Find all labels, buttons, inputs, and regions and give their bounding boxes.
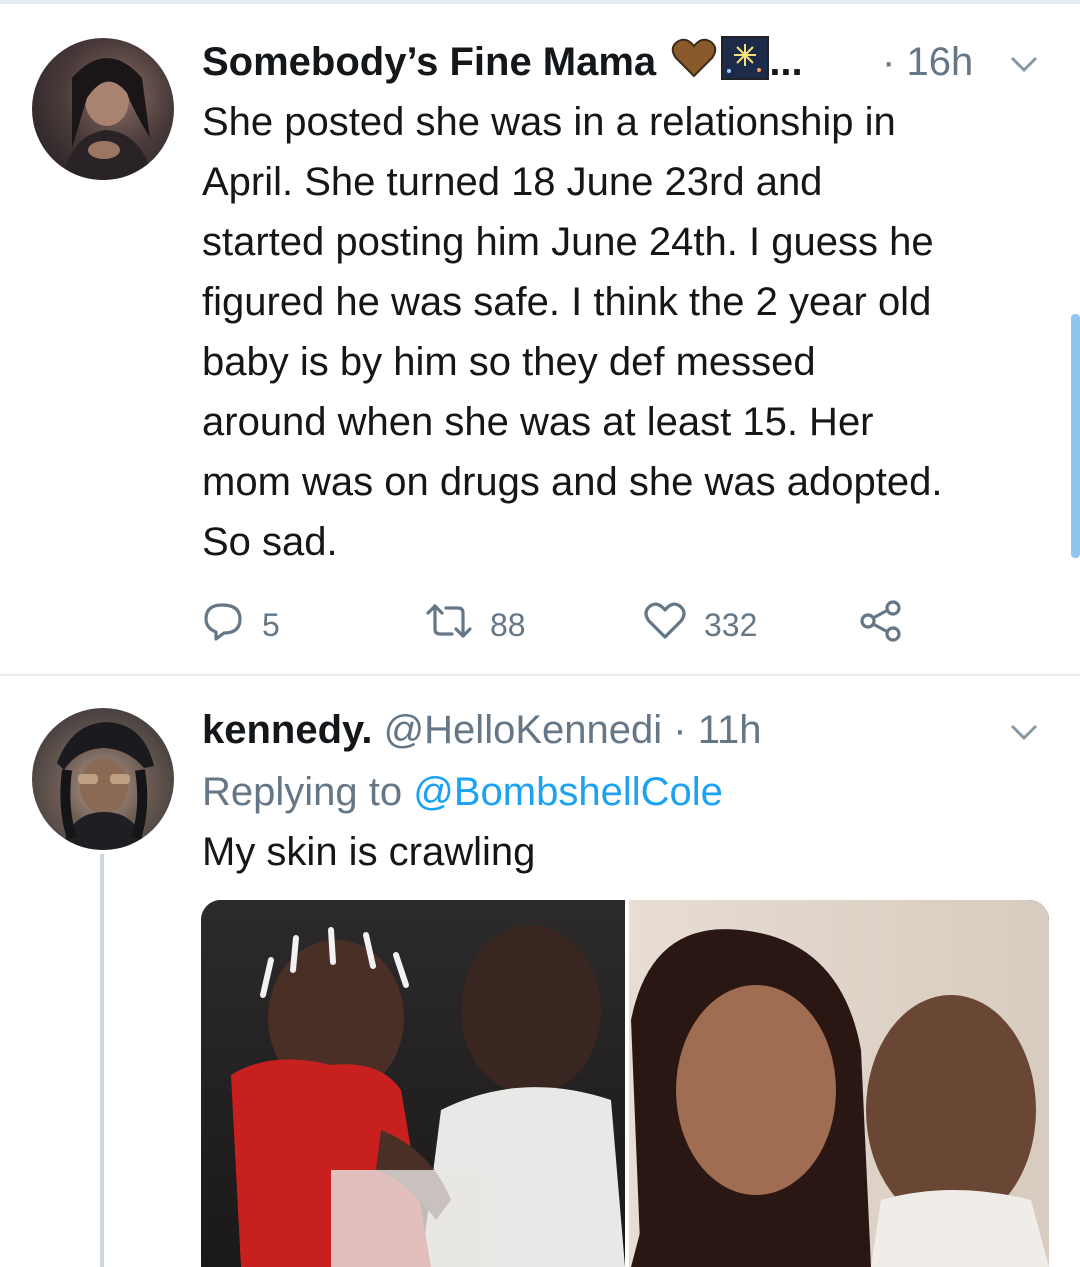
fireworks-emoji-icon <box>721 36 770 93</box>
replying-to-line: Replying to @BombshellCole <box>202 766 723 818</box>
tweet-timestamp[interactable]: · 16h <box>882 36 973 88</box>
reply-count: 5 <box>262 606 280 643</box>
tweet-text: My skin is crawling <box>202 830 536 874</box>
reply-button[interactable]: 5 <box>202 600 280 650</box>
like-button[interactable]: 332 <box>642 600 757 650</box>
avatar[interactable] <box>32 38 174 180</box>
tweet-header: Somebody’s Fine Mama ... <box>202 36 803 88</box>
share-button[interactable] <box>858 600 920 650</box>
chevron-down-icon[interactable] <box>1004 44 1044 84</box>
time-label[interactable]: 16h <box>906 40 973 84</box>
retweet-count: 88 <box>490 606 526 643</box>
display-name[interactable]: Somebody’s Fine Mama <box>202 40 656 84</box>
chevron-down-icon[interactable] <box>1004 712 1044 752</box>
display-name[interactable]: kennedy. <box>202 708 372 752</box>
retweet-button[interactable]: 88 <box>424 600 526 650</box>
reply-icon <box>202 599 262 651</box>
user-handle[interactable]: @HelloKennedi <box>384 708 663 752</box>
heart-icon <box>642 599 704 651</box>
tweet-1[interactable]: Somebody’s Fine Mama ... · 16h She poste… <box>0 0 1080 674</box>
thread-line <box>100 854 104 1267</box>
tweet-media-image[interactable] <box>201 900 1049 1267</box>
avatar[interactable] <box>32 708 174 850</box>
scrollbar[interactable] <box>1071 314 1080 558</box>
tweet-actions: 5 88 332 <box>202 600 962 650</box>
name-truncation: ... <box>769 40 803 85</box>
like-count: 332 <box>704 606 758 643</box>
time-label[interactable]: 11h <box>698 708 762 752</box>
replying-prefix: Replying to <box>202 770 403 814</box>
share-icon <box>858 599 920 651</box>
brown-heart-emoji-icon <box>671 38 717 91</box>
separator-dot: · <box>882 40 896 84</box>
tweet-text: She posted she was in a relationship in … <box>202 100 943 564</box>
replying-to-link[interactable]: @BombshellCole <box>413 770 723 814</box>
tweet-header: kennedy. @HelloKennedi · 11h <box>202 704 761 756</box>
separator-dot: · <box>673 708 687 752</box>
retweet-icon <box>424 599 490 651</box>
